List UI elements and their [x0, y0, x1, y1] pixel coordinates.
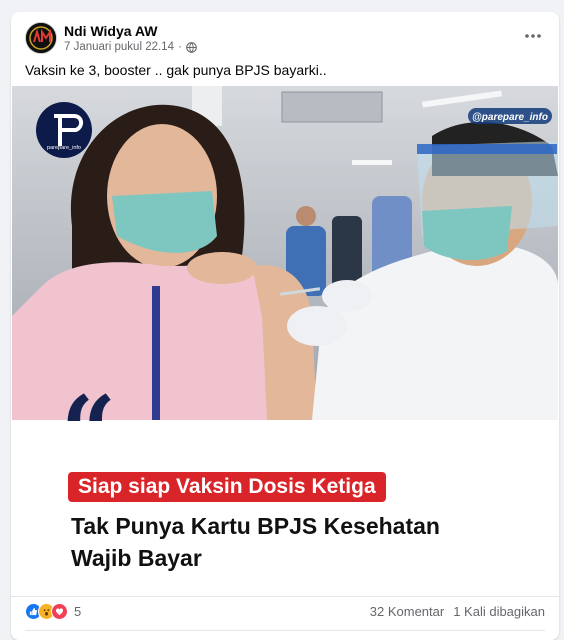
- image-banner: Siap siap Vaksin Dosis Ketiga: [68, 472, 386, 502]
- post-stats: 5 32 Komentar 1 Kali dibagikan: [11, 600, 559, 624]
- post-header: Ndi Widya AW 7 Januari pukul 22.14 ·: [11, 12, 559, 62]
- author-name[interactable]: Ndi Widya AW: [64, 23, 157, 39]
- love-icon: [51, 603, 68, 620]
- post-meta: 7 Januari pukul 22.14 ·: [64, 41, 197, 53]
- vaccination-photo: parepare_info @parepare_info: [12, 86, 558, 420]
- post-timestamp[interactable]: 7 Januari pukul 22.14: [64, 41, 174, 53]
- avatar-image: [26, 23, 56, 53]
- meta-separator: ·: [177, 41, 182, 53]
- more-options-button[interactable]: [521, 24, 545, 48]
- author-avatar[interactable]: [25, 22, 57, 54]
- logo-text: parepare_info: [47, 145, 81, 151]
- post-image[interactable]: parepare_info @parepare_info: [12, 86, 558, 420]
- actions-divider: [25, 630, 545, 631]
- quote-icon: “: [61, 375, 117, 488]
- post-caption: Vaksin ke 3, booster .. gak punya BPJS b…: [25, 62, 327, 78]
- post-card: Ndi Widya AW 7 Januari pukul 22.14 · Vak…: [11, 12, 559, 640]
- divider: [11, 596, 559, 597]
- globe-icon: [185, 41, 197, 53]
- watermark-handle: @parepare_info: [472, 112, 548, 123]
- engagement-counts: 32 Komentar 1 Kali dibagikan: [370, 604, 545, 619]
- image-headline: Tak Punya Kartu BPJS Kesehatan Wajib Bay…: [71, 513, 440, 571]
- reactions-summary[interactable]: 5: [25, 603, 81, 620]
- comments-link[interactable]: 32 Komentar: [370, 604, 444, 619]
- reaction-count: 5: [74, 604, 82, 619]
- shares-link[interactable]: 1 Kali dibagikan: [453, 604, 545, 619]
- more-dots-icon: [525, 34, 541, 38]
